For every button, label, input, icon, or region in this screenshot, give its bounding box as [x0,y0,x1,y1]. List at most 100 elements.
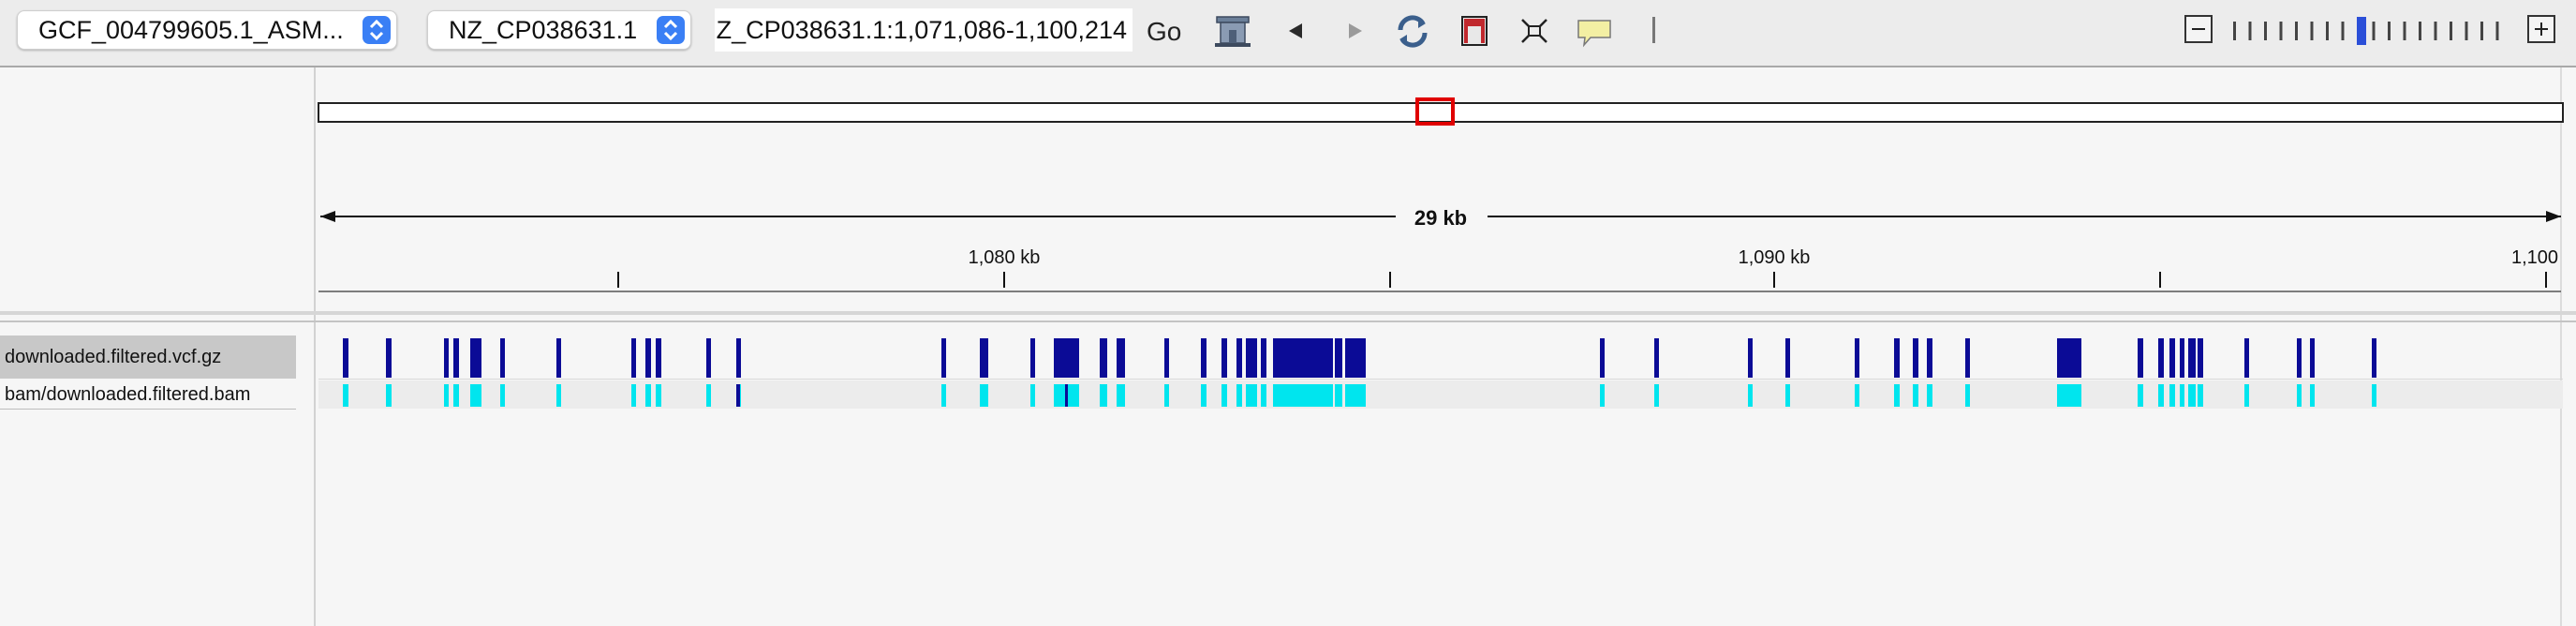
coverage-mark[interactable] [386,384,392,407]
coverage-mark[interactable] [1117,384,1125,407]
coverage-mark[interactable] [1654,384,1659,407]
variant-mark[interactable] [1654,338,1659,378]
zoom-slider-tick[interactable] [2233,22,2236,40]
coverage-mark[interactable] [1345,384,1366,407]
variant-mark[interactable] [1164,338,1169,378]
coverage-mark[interactable] [2244,384,2249,407]
coverage-mark[interactable] [645,384,651,407]
variant-mark[interactable] [2138,338,2143,378]
coverage-mark[interactable] [2180,384,2184,407]
coverage-mark[interactable] [2169,384,2175,407]
zoom-slider-tick[interactable] [2248,22,2252,40]
coverage-mark[interactable] [1273,384,1305,407]
variant-mark[interactable] [556,338,561,378]
coverage-mark[interactable] [1855,384,1859,407]
variant-mark[interactable] [645,338,651,378]
chromosome-ideogram[interactable] [318,102,2564,123]
coverage-mark[interactable] [1164,384,1169,407]
coverage-mark[interactable] [2138,384,2143,407]
variant-mark[interactable] [2310,338,2315,378]
variant-mark[interactable] [2297,338,2302,378]
zoom-slider-tick[interactable] [2341,22,2345,40]
variant-mark[interactable] [1273,338,1305,378]
coverage-mark[interactable] [556,384,561,407]
variant-mark[interactable] [2068,338,2081,378]
back-icon[interactable] [1276,9,1317,52]
variant-mark[interactable] [478,338,481,378]
region-of-interest-icon[interactable] [1454,9,1495,52]
coverage-mark[interactable] [1748,384,1753,407]
refresh-icon[interactable] [1392,9,1433,52]
variant-mark[interactable] [470,338,478,378]
coverage-mark[interactable] [1600,384,1605,407]
coverage-mark[interactable] [343,384,348,407]
variant-mark[interactable] [1221,338,1227,378]
variant-mark[interactable] [980,338,988,378]
coverage-mark[interactable] [1913,384,1918,407]
variant-mark[interactable] [1345,338,1366,378]
chromosome-dropdown[interactable]: NZ_CP038631.1 [427,10,691,50]
variant-mark[interactable] [1100,338,1107,378]
locus-input[interactable]: NZ_CP038631.1:1,071,086-1,100,214 [715,8,1133,52]
variant-mark[interactable] [706,338,711,378]
variant-mark[interactable] [1261,338,1266,378]
variant-mark[interactable] [1894,338,1900,378]
variant-mark[interactable] [1965,338,1970,378]
zoom-out-button[interactable] [2184,15,2213,43]
variant-mark[interactable] [444,338,449,378]
variant-mark[interactable] [2158,338,2164,378]
zoom-slider-tick[interactable] [2279,22,2283,40]
zoom-slider-tick[interactable] [2295,22,2298,40]
variant-mark[interactable] [1246,338,1257,378]
variant-mark[interactable] [1785,338,1790,378]
coverage-mark[interactable] [631,384,636,407]
variant-mark[interactable] [2188,338,2196,378]
zoom-slider-tick[interactable] [2434,22,2437,40]
coverage-mark[interactable] [656,384,661,407]
zoom-slider-tick[interactable] [2403,22,2406,40]
coverage-mark[interactable] [1201,384,1207,407]
coverage-mark[interactable] [1066,384,1079,407]
coverage-mark[interactable] [1246,384,1257,407]
coverage-mark[interactable] [2188,384,2196,407]
read-mark[interactable] [1065,384,1068,407]
coverage-mark[interactable] [478,384,481,407]
coverage-mark[interactable] [470,384,478,407]
fit-to-window-icon[interactable] [1514,9,1555,52]
forward-icon[interactable] [1334,9,1375,52]
coverage-mark[interactable] [2068,384,2081,407]
zoom-slider-tick[interactable] [2310,22,2314,40]
variant-mark[interactable] [1913,338,1918,378]
coverage-mark[interactable] [1305,384,1333,407]
coverage-mark[interactable] [941,384,946,407]
coverage-mark[interactable] [1335,384,1342,407]
variant-mark[interactable] [1748,338,1753,378]
variant-mark[interactable] [2169,338,2175,378]
popup-info-icon[interactable] [1574,9,1615,52]
zoom-slider-tick[interactable] [2326,22,2329,40]
zoom-slider-tick[interactable] [2372,22,2376,40]
zoom-slider-tick[interactable] [2450,22,2452,40]
variant-mark[interactable] [1117,338,1125,378]
coverage-mark[interactable] [2310,384,2315,407]
coverage-mark[interactable] [2057,384,2068,407]
variant-mark[interactable] [1335,338,1342,378]
coverage-mark[interactable] [2198,384,2203,407]
zoom-slider-tick[interactable] [2465,22,2468,40]
coverage-mark[interactable] [2297,384,2302,407]
variant-mark[interactable] [343,338,348,378]
variant-mark[interactable] [1059,338,1066,378]
variant-mark[interactable] [1600,338,1605,378]
coverage-mark[interactable] [1785,384,1790,407]
variant-mark[interactable] [1236,338,1242,378]
variant-mark[interactable] [2057,338,2068,378]
variant-mark[interactable] [1855,338,1859,378]
coverage-mark[interactable] [2158,384,2164,407]
variant-mark[interactable] [656,338,661,378]
zoom-slider-tick[interactable] [2264,22,2267,40]
variant-mark[interactable] [2244,338,2249,378]
coverage-mark[interactable] [1261,384,1266,407]
home-icon[interactable] [1212,9,1253,52]
coverage-mark[interactable] [980,384,988,407]
variant-mark[interactable] [941,338,946,378]
